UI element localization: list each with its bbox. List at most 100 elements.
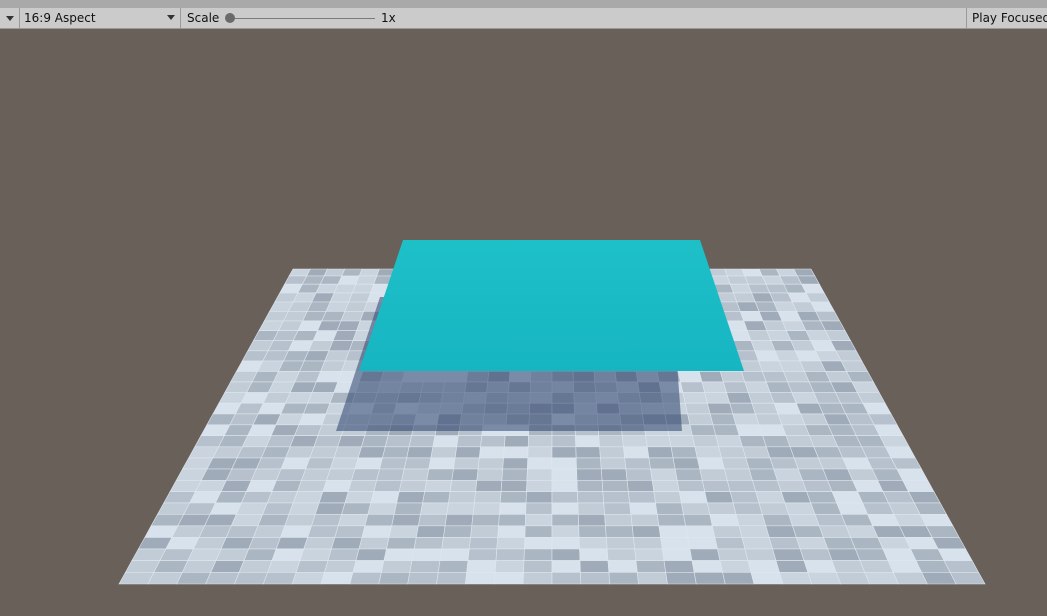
floor-tile — [336, 320, 361, 332]
floor-tile — [329, 457, 359, 470]
floor-tile — [495, 548, 525, 561]
floor-tile — [630, 513, 660, 527]
floor-tile — [351, 283, 375, 294]
floor-tile — [831, 560, 866, 573]
floor-tile — [230, 513, 264, 527]
floor-tile — [601, 479, 629, 492]
floor-tile — [327, 548, 360, 561]
floor-tile — [836, 502, 869, 515]
floor-tile — [699, 468, 728, 481]
floor-tile — [709, 413, 737, 426]
floor-tile — [598, 435, 624, 448]
floor-tile — [323, 268, 346, 277]
aspect-ratio-dropdown[interactable]: 16:9 Aspect — [20, 8, 181, 28]
floor-tile — [415, 525, 446, 538]
floor-tile — [451, 468, 479, 481]
floor-tile — [717, 548, 749, 561]
floor-tile — [181, 560, 217, 573]
floor-tile — [735, 513, 767, 527]
floor-tile — [193, 537, 227, 550]
floor-tile — [437, 560, 469, 573]
floor-tile — [724, 468, 753, 481]
floor-tile — [623, 446, 650, 459]
scale-slider-track[interactable] — [229, 18, 375, 19]
floor-tile — [747, 392, 775, 404]
floor-tile — [672, 457, 701, 470]
floor-tile — [364, 513, 395, 527]
floor-tile — [299, 548, 332, 561]
floor-tile — [692, 435, 720, 448]
floor-tile — [448, 491, 476, 504]
floor-tile — [257, 513, 290, 527]
floor-tile — [803, 560, 837, 573]
floor-tile — [788, 513, 820, 527]
floor-tile — [280, 525, 312, 538]
floor-tile — [691, 560, 723, 573]
floor-tile — [477, 457, 504, 470]
play-focused-dropdown[interactable]: Play Focused — [966, 8, 1047, 28]
floor-tile — [793, 268, 816, 277]
floor-tile — [602, 491, 630, 504]
floor-tile — [751, 402, 779, 415]
floor-tile — [289, 435, 319, 448]
floor-tile — [311, 381, 339, 393]
floor-tile — [600, 457, 627, 470]
floor-tile — [176, 571, 212, 585]
floor-tile — [747, 560, 780, 573]
floor-tile — [358, 537, 390, 550]
floor-tile — [750, 571, 784, 585]
floor-tile — [379, 457, 408, 470]
floor-tile — [551, 491, 579, 504]
floor-tile — [523, 548, 553, 561]
floor-tile — [526, 479, 553, 492]
floor-tile — [721, 457, 750, 470]
floor-tile — [653, 491, 682, 504]
display-dropdown[interactable] — [0, 8, 20, 28]
game-viewport[interactable] — [0, 29, 1047, 616]
floor-tile — [551, 457, 577, 470]
floor-tile — [215, 491, 247, 504]
floor-tile — [712, 424, 740, 437]
floor-tile — [896, 468, 929, 481]
play-focused-label: Play Focused — [972, 11, 1047, 25]
floor-tile — [551, 502, 579, 515]
floor-tile — [523, 560, 553, 573]
floor-tile — [575, 457, 602, 470]
floor-tile — [326, 468, 356, 481]
floor-tile — [704, 392, 731, 404]
floor-tile — [742, 446, 771, 459]
floor-tile — [827, 548, 861, 561]
floor-tile — [931, 537, 967, 550]
floor-tile — [802, 479, 833, 492]
floor-tile — [626, 479, 655, 492]
floor-tile — [527, 446, 553, 459]
scale-slider-thumb[interactable] — [225, 13, 235, 23]
floor-tile — [689, 548, 721, 561]
floor-tile — [497, 525, 526, 538]
floor-tile — [625, 468, 653, 481]
floor-tile — [665, 571, 697, 585]
floor-tile — [608, 571, 639, 585]
floor-tile — [685, 525, 716, 538]
floor-tile — [504, 435, 529, 448]
floor-tile — [758, 424, 787, 437]
floor-tile — [267, 560, 301, 573]
floor-tile — [470, 525, 499, 538]
floor-tile — [472, 502, 501, 515]
floor-tile — [476, 468, 504, 481]
floor-tile — [797, 468, 828, 481]
floor-tile — [576, 468, 603, 481]
floor-tile — [740, 371, 767, 383]
floor-tile — [648, 457, 676, 470]
floor-tile — [388, 525, 419, 538]
floor-tile — [606, 548, 637, 561]
floor-tile — [580, 571, 611, 585]
floor-tile — [807, 571, 842, 585]
floor-tile — [422, 491, 451, 504]
floor-tile — [243, 548, 277, 561]
floor-tile — [288, 502, 320, 515]
floor-tile — [499, 502, 527, 515]
floor-tile — [303, 537, 336, 550]
floor-tile — [755, 491, 786, 504]
floor-tile — [503, 446, 529, 459]
